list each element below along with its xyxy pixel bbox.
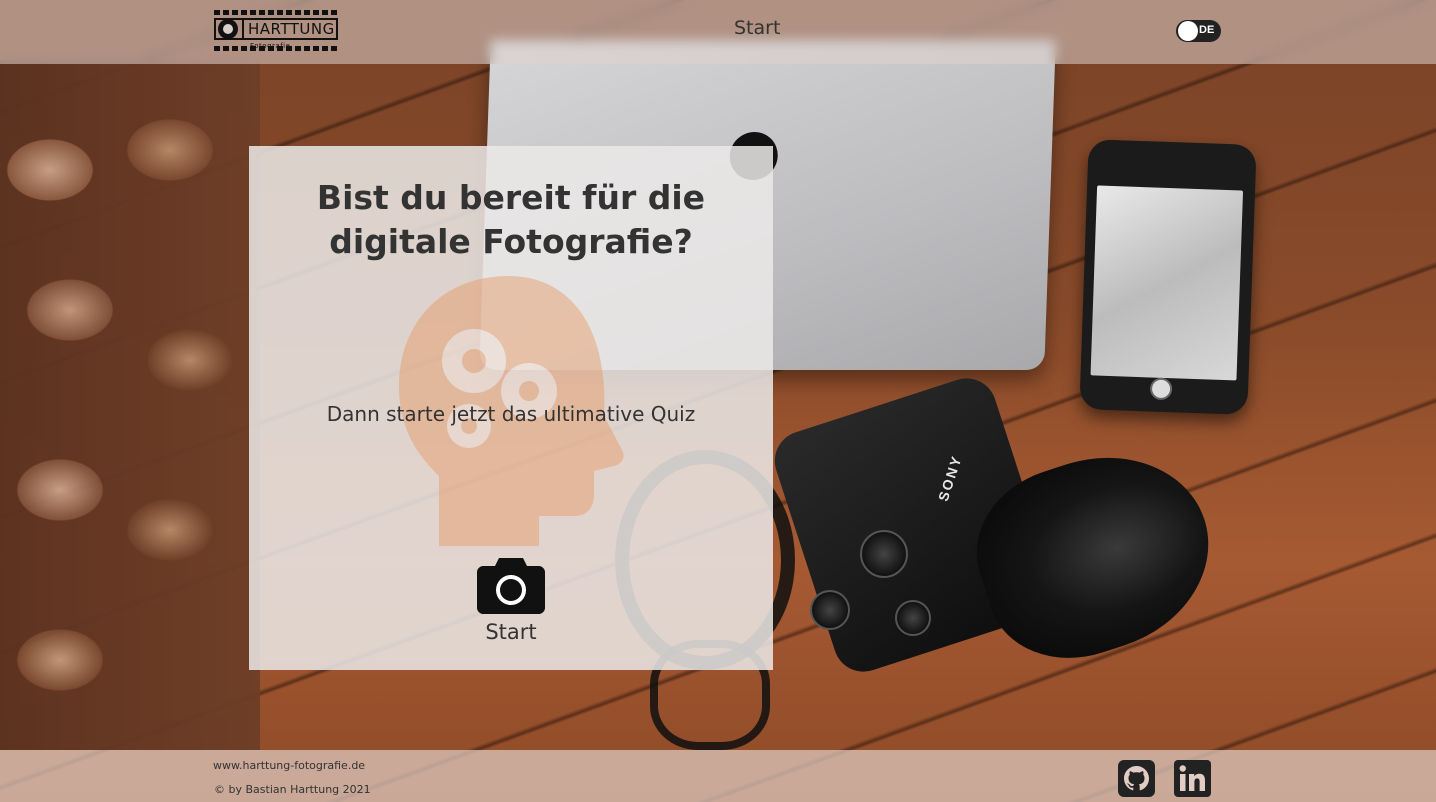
camera-dial bbox=[895, 600, 931, 636]
footer: www.harttung-fotografie.de © by Bastian … bbox=[0, 750, 1436, 802]
top-navbar: HARTTUNG Fotografie Start DE bbox=[0, 0, 1436, 64]
aperture-icon bbox=[218, 19, 238, 39]
camera-icon bbox=[477, 558, 545, 614]
nav-start-link[interactable]: Start bbox=[734, 17, 780, 39]
footer-website-link[interactable]: www.harttung-fotografie.de bbox=[213, 759, 365, 772]
start-button-label: Start bbox=[485, 620, 537, 644]
quiz-intro-card: Bist du bereit für die digitale Fotograf… bbox=[249, 146, 773, 670]
quiz-title: Bist du bereit für die digitale Fotograf… bbox=[316, 178, 706, 261]
camera-dial bbox=[810, 590, 850, 630]
harttung-logo[interactable]: HARTTUNG Fotografie bbox=[214, 10, 338, 52]
logo-text: HARTTUNG bbox=[248, 20, 335, 38]
linkedin-icon[interactable] bbox=[1174, 760, 1211, 797]
camera: SONY bbox=[767, 370, 1234, 710]
language-toggle[interactable]: DE bbox=[1176, 20, 1221, 42]
quiz-subtitle: Dann starte jetzt das ultimative Quiz bbox=[326, 402, 696, 426]
language-label: DE bbox=[1199, 24, 1215, 36]
start-quiz-button[interactable]: Start bbox=[461, 554, 561, 654]
camera-dial bbox=[860, 530, 908, 578]
firewood-stack bbox=[0, 60, 260, 750]
footer-copyright: © by Bastian Harttung 2021 bbox=[214, 783, 371, 796]
toggle-knob bbox=[1178, 21, 1198, 41]
github-icon[interactable] bbox=[1118, 760, 1155, 797]
smartphone bbox=[1079, 139, 1257, 415]
